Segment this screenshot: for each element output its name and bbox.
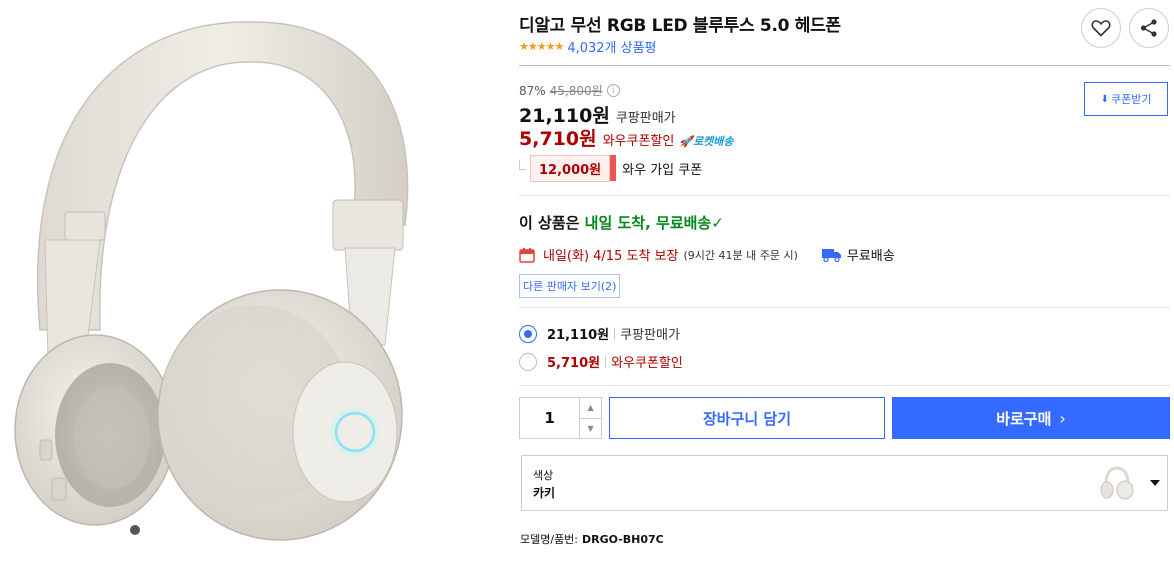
original-price: 45,800원: [549, 84, 603, 98]
download-icon: ⬇: [1100, 93, 1109, 105]
chevron-right-icon: ›: [1059, 408, 1066, 428]
quantity-input[interactable]: 1: [520, 398, 581, 438]
divider: [519, 307, 1170, 308]
check-icon: ✓: [711, 214, 724, 232]
share-button[interactable]: [1129, 8, 1169, 48]
download-coupon-label: 쿠폰받기: [1110, 93, 1152, 106]
delivery-head-highlight: 내일 도착, 무료배송: [584, 214, 712, 232]
product-image: [0, 0, 500, 562]
model-number: 모델명/품번: DRGO-BH07C: [520, 531, 664, 547]
product-title: 디알고 무선 RGB LED 블루투스 5.0 헤드폰: [519, 16, 841, 36]
share-icon: [1140, 19, 1157, 37]
heart-icon: [1091, 20, 1111, 37]
discount-rate: 87%: [519, 83, 546, 98]
star-rating: ★★★★★: [519, 40, 564, 53]
arrival-date: 내일(화) 4/15 도착 보장: [543, 249, 679, 264]
arrival-row: 내일(화) 4/15 도착 보장 (9시간 41분 내 주문 시) 무료배송: [519, 245, 895, 264]
radio-unselected[interactable]: [519, 352, 537, 371]
discount-row: 87% 45,800원 i: [519, 82, 620, 99]
option-label: 와우쿠폰할인: [611, 356, 683, 371]
option-separator: [605, 355, 607, 368]
free-shipping-label: 무료배송: [846, 249, 895, 264]
divider: [519, 385, 1170, 386]
radio-selected[interactable]: [519, 324, 537, 343]
option-label: 쿠팡판매가: [620, 328, 680, 343]
quantity-buttons: ▲ ▼: [580, 398, 601, 438]
chevron-down-icon[interactable]: [1150, 480, 1160, 486]
coupon-row: 12,000원 와우 가입 쿠폰: [519, 155, 702, 182]
wishlist-button[interactable]: [1081, 8, 1121, 48]
rocket-icon: 🚀: [679, 135, 694, 148]
color-option-value: 카키: [533, 486, 556, 500]
wow-price-row: 5,710원 와우쿠폰할인 🚀로켓배송: [519, 124, 734, 151]
calendar-icon: [519, 247, 535, 263]
other-sellers-button[interactable]: 다른 판매자 보기(2): [519, 274, 621, 298]
truck-icon: [821, 248, 841, 262]
buy-now-label: 바로구매: [996, 409, 1052, 428]
price-option-coupang[interactable]: 21,110원 쿠팡판매가: [519, 324, 680, 343]
option-separator: [614, 327, 616, 340]
delivery-head-prefix: 이 상품은: [519, 214, 580, 232]
arrival-condition: (9시간 41분 내 주문 시): [683, 248, 798, 262]
rating-row[interactable]: ★★★★★ 4,032개 상품평: [519, 37, 657, 56]
coupon-connector: [519, 159, 526, 170]
color-thumbnail: [1097, 463, 1137, 503]
quantity-decrease-button[interactable]: ▼: [580, 419, 601, 439]
divider: [519, 195, 1170, 196]
option-price: 21,110원: [547, 328, 610, 343]
download-coupon-button[interactable]: ⬇ 쿠폰받기: [1084, 82, 1168, 116]
price-option-wow[interactable]: 5,710원 와우쿠폰할인: [519, 352, 683, 371]
quantity-increase-button[interactable]: ▲: [580, 398, 601, 419]
buy-now-button[interactable]: 바로구매 ›: [892, 397, 1170, 439]
info-icon[interactable]: i: [606, 84, 620, 97]
rocket-badge-label: 로켓배송: [693, 135, 734, 148]
product-info-panel: 디알고 무선 RGB LED 블루투스 5.0 헤드폰 ★★★★★ 4,032개…: [519, 0, 1174, 562]
model-label: 모델명/품번:: [520, 533, 579, 546]
review-count-link[interactable]: 4,032개 상품평: [567, 37, 656, 56]
model-value: DRGO-BH07C: [582, 533, 664, 546]
headphone-image: [14, 21, 409, 541]
coupon-amount-tag: 12,000원: [530, 155, 617, 182]
quantity-stepper[interactable]: 1 ▲ ▼: [519, 397, 602, 439]
option-price: 5,710원: [547, 356, 601, 371]
divider: [519, 65, 1170, 66]
wow-price: 5,710원: [519, 128, 597, 150]
color-option-label: 색상: [533, 469, 554, 482]
rocket-delivery-badge: 🚀로켓배송: [679, 133, 733, 149]
delivery-headline: 이 상품은 내일 도착, 무료배송✓: [519, 212, 724, 233]
add-to-cart-button[interactable]: 장바구니 담기: [609, 397, 885, 439]
color-option-select[interactable]: 색상 카키: [521, 455, 1168, 511]
coupon-description: 와우 가입 쿠폰: [622, 163, 703, 178]
wow-price-label: 와우쿠폰할인: [602, 134, 675, 149]
